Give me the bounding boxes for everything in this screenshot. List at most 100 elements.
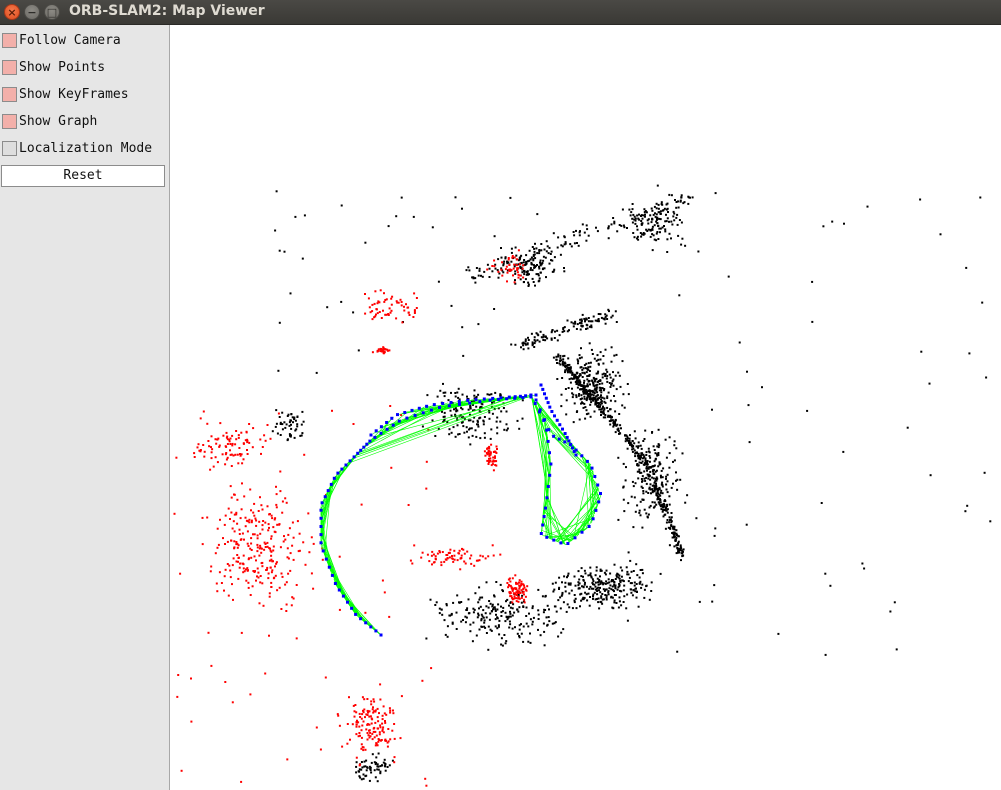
- reference-point: [487, 450, 490, 452]
- map-point: [562, 364, 565, 367]
- map-point: [478, 607, 480, 610]
- reference-point: [240, 453, 243, 456]
- map-point: [668, 232, 671, 235]
- map-point: [597, 362, 600, 365]
- map-point: [641, 487, 644, 489]
- keyframe-marker: [573, 536, 577, 540]
- map-point: [634, 459, 637, 462]
- checkbox[interactable]: [2, 114, 17, 129]
- map-point: [579, 593, 582, 596]
- map-point: [487, 606, 490, 609]
- map-point: [584, 572, 587, 575]
- reference-point: [391, 729, 394, 732]
- reference-point: [245, 431, 248, 434]
- reference-point: [379, 683, 382, 686]
- reference-point: [295, 637, 298, 640]
- map-point: [601, 376, 604, 379]
- map-point: [642, 232, 645, 234]
- keyframe-marker: [548, 405, 552, 409]
- map-point: [622, 393, 625, 396]
- map-point: [585, 323, 588, 326]
- reference-point: [290, 604, 293, 607]
- map-point: [542, 259, 545, 262]
- reference-point: [360, 736, 363, 739]
- map-point: [632, 447, 635, 450]
- map-point: [500, 615, 503, 617]
- covisibility-graph-layer: [320, 394, 602, 636]
- option-follow-camera[interactable]: Follow Camera: [0, 30, 168, 56]
- map-point: [525, 615, 528, 617]
- point-cloud-canvas[interactable]: [171, 25, 1001, 790]
- map-point: [634, 510, 637, 513]
- map-point: [919, 198, 922, 201]
- reference-point: [436, 552, 439, 555]
- map-point: [581, 376, 584, 378]
- map-point: [658, 486, 661, 489]
- map-point: [538, 265, 540, 268]
- title-bar[interactable]: × − □ ORB-SLAM2: Map Viewer: [0, 0, 1001, 25]
- map-point: [301, 257, 304, 260]
- map-point: [593, 410, 596, 413]
- checkbox[interactable]: [2, 33, 17, 48]
- reference-point: [382, 348, 385, 351]
- reference-point: [252, 427, 255, 430]
- map-point: [592, 315, 595, 318]
- checkbox[interactable]: [2, 141, 17, 156]
- reference-point: [512, 274, 514, 277]
- map-point: [572, 325, 575, 328]
- map-point: [527, 283, 530, 286]
- map-point: [532, 255, 535, 258]
- reference-point: [235, 511, 238, 514]
- map-point: [603, 400, 606, 403]
- map-point: [550, 250, 553, 253]
- map-point: [619, 566, 622, 569]
- map-point: [481, 403, 484, 406]
- map-point: [631, 450, 634, 453]
- map-point: [469, 630, 472, 633]
- map-point: [605, 580, 608, 583]
- map-point: [562, 328, 565, 331]
- reference-point: [518, 581, 521, 584]
- map-point: [599, 600, 602, 603]
- reset-button[interactable]: Reset: [1, 165, 165, 187]
- map-point: [613, 222, 616, 225]
- minimize-icon[interactable]: −: [24, 4, 40, 20]
- map-view-3d[interactable]: [171, 25, 1001, 790]
- map-point: [585, 585, 588, 588]
- map-point: [476, 616, 479, 619]
- map-point: [673, 212, 676, 215]
- reference-point: [324, 676, 327, 679]
- reference-point: [392, 709, 394, 712]
- reference-point: [501, 274, 504, 277]
- reference-point: [390, 303, 393, 306]
- keyframe-marker: [421, 411, 425, 415]
- reference-point: [224, 463, 227, 466]
- reference-point: [229, 453, 232, 456]
- option-show-graph[interactable]: Show Graph: [0, 111, 168, 137]
- map-point: [920, 350, 923, 353]
- map-point: [610, 360, 613, 363]
- map-point: [539, 259, 542, 262]
- map-point: [939, 233, 942, 236]
- checkbox[interactable]: [2, 87, 17, 102]
- map-point: [597, 370, 600, 373]
- map-point: [651, 501, 654, 504]
- map-point: [544, 595, 547, 598]
- map-point: [630, 588, 633, 591]
- reference-point: [253, 514, 256, 517]
- map-point: [649, 228, 652, 231]
- map-point: [638, 582, 641, 585]
- reference-point: [393, 756, 396, 759]
- reference-point: [259, 575, 262, 577]
- option-show-keyframes[interactable]: Show KeyFrames: [0, 84, 168, 110]
- option-localization-mode[interactable]: Localization Mode: [0, 138, 168, 164]
- map-point: [562, 601, 565, 604]
- map-point: [679, 544, 682, 547]
- map-point: [275, 422, 278, 425]
- reference-point: [233, 540, 236, 543]
- checkbox[interactable]: [2, 60, 17, 75]
- maximize-icon[interactable]: □: [44, 4, 60, 20]
- close-icon[interactable]: ×: [4, 4, 20, 20]
- keyframe-marker: [488, 398, 492, 402]
- option-show-points[interactable]: Show Points: [0, 57, 168, 83]
